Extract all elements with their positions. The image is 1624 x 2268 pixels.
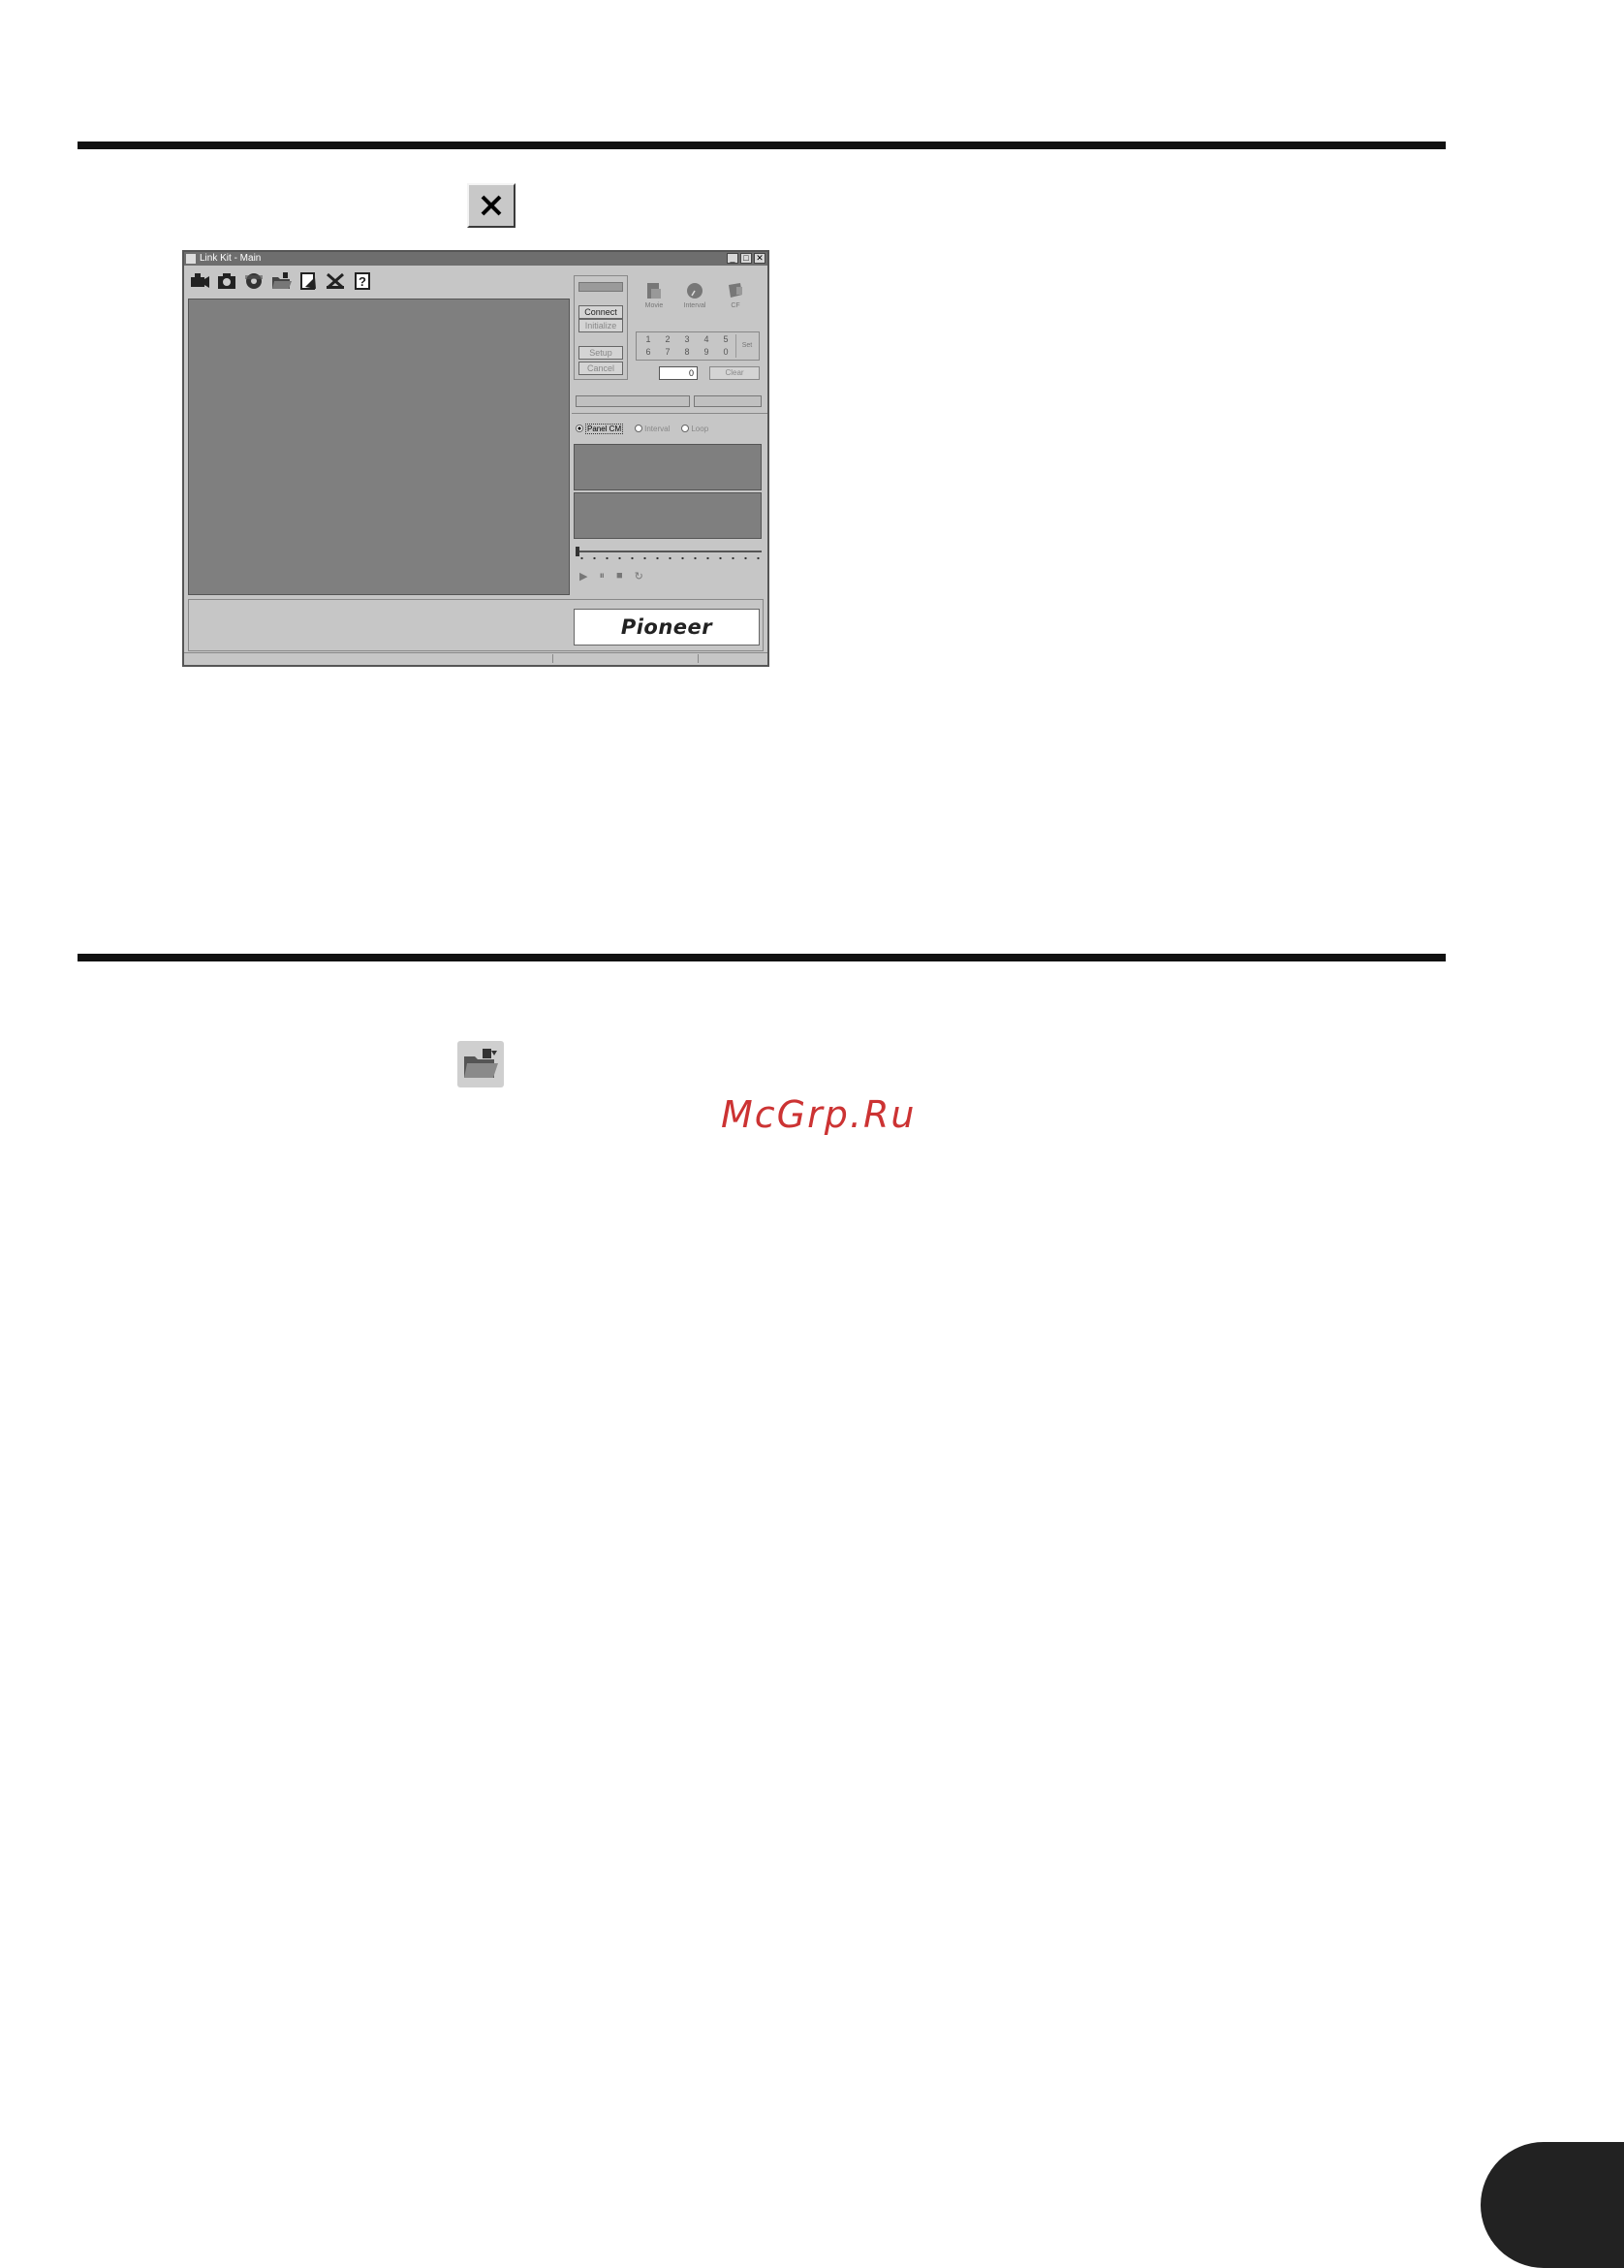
preview-screen-2 — [574, 492, 762, 539]
folder-glyph — [464, 1049, 498, 1078]
tools-icon[interactable] — [324, 269, 347, 293]
mode-movie[interactable]: Movie — [640, 281, 669, 309]
radio-panel-cm[interactable]: Panel CM — [576, 423, 624, 434]
transport-controls: ▶ ⏸ ■ ↻ — [579, 570, 643, 583]
key-6[interactable]: 6 — [639, 346, 658, 359]
pioneer-logo: Pioneer — [574, 609, 760, 646]
status-bar — [184, 652, 767, 665]
radio-loop-label: Loop — [691, 424, 709, 433]
play-button[interactable]: ▶ — [579, 570, 587, 583]
page-icon[interactable] — [297, 269, 320, 293]
help-icon[interactable]: ? — [351, 269, 374, 293]
key-0[interactable]: 0 — [716, 346, 735, 359]
page-tab — [1481, 2142, 1624, 2268]
card-icon — [729, 283, 742, 298]
status-cell-2 — [698, 654, 766, 663]
panel-divider — [572, 413, 767, 414]
slider-ticks — [576, 556, 762, 560]
open-folder-icon[interactable] — [269, 269, 293, 293]
window-close-button[interactable]: ✕ — [754, 253, 765, 264]
radio-panel-cm-label: Panel CM — [585, 423, 624, 434]
mode-cf-label: CF — [731, 302, 740, 309]
watermark: McGrp.Ru — [721, 1093, 917, 1136]
mode-movie-label: Movie — [644, 302, 664, 309]
key-8[interactable]: 8 — [677, 346, 697, 359]
svg-text:?: ? — [359, 274, 366, 289]
device-control-panel: Connect Initialize Setup Cancel Movie In… — [574, 275, 765, 411]
disc-icon[interactable] — [242, 269, 265, 293]
app-icon — [186, 254, 196, 264]
key-5[interactable]: 5 — [716, 333, 735, 346]
status-indicator — [578, 282, 623, 292]
view-mode-radios: Panel CM Interval Loop — [576, 423, 765, 434]
position-slider[interactable] — [576, 547, 762, 562]
radio-loop[interactable]: Loop — [681, 423, 708, 434]
key-3[interactable]: 3 — [677, 333, 697, 346]
connection-frame: Connect Initialize Setup Cancel — [574, 275, 628, 380]
maximize-button[interactable]: □ — [740, 253, 752, 264]
mode-icons: Movie Interval CF — [640, 281, 750, 309]
setup-button[interactable]: Setup — [578, 346, 623, 360]
number-input[interactable]: 0 — [659, 366, 698, 380]
close-x-glyph — [481, 195, 502, 216]
progress-bar-left — [576, 395, 690, 407]
key-2[interactable]: 2 — [658, 333, 677, 346]
key-4[interactable]: 4 — [697, 333, 716, 346]
minimize-button[interactable]: _ — [727, 253, 738, 264]
number-keypad: 1 2 3 4 5 6 7 8 9 0 Set — [636, 331, 760, 361]
movie-icon — [647, 283, 661, 299]
progress-bar-right — [694, 395, 762, 407]
radio-dot — [635, 425, 643, 432]
clear-button[interactable]: Clear — [709, 366, 760, 380]
open-folder-icon — [457, 1041, 504, 1087]
slider-track — [576, 551, 762, 552]
mode-interval[interactable]: Interval — [680, 281, 709, 309]
main-preview-area — [188, 299, 570, 595]
preview-screen-1 — [574, 444, 762, 490]
key-7[interactable]: 7 — [658, 346, 677, 359]
mode-interval-label: Interval — [683, 302, 706, 309]
slider-thumb[interactable] — [576, 547, 579, 556]
mode-cf[interactable]: CF — [721, 281, 750, 309]
radio-dot — [681, 425, 690, 432]
capture-icon[interactable] — [215, 269, 238, 293]
stop-button[interactable]: ■ — [616, 570, 623, 583]
section-rule-top — [78, 142, 1446, 149]
progress-bars — [576, 395, 764, 407]
radio-interval-label: Interval — [644, 424, 671, 433]
radio-interval[interactable]: Interval — [635, 423, 670, 434]
key-1[interactable]: 1 — [639, 333, 658, 346]
section-rule-middle — [78, 954, 1446, 961]
window-title: Link Kit - Main — [200, 253, 262, 264]
camera-icon[interactable] — [188, 269, 211, 293]
pause-button[interactable]: ⏸ — [599, 570, 605, 583]
radio-dot — [576, 425, 583, 432]
link-kit-main-window: Link Kit - Main _ □ ✕ ? Connect Initiali… — [182, 250, 769, 667]
toolbar: ? — [188, 269, 374, 295]
connect-button[interactable]: Connect — [578, 305, 623, 319]
cancel-button[interactable]: Cancel — [578, 362, 623, 375]
window-controls: _ □ ✕ — [727, 253, 765, 264]
status-cell-1 — [552, 654, 699, 663]
loop-button[interactable]: ↻ — [635, 570, 643, 583]
key-9[interactable]: 9 — [697, 346, 716, 359]
initialize-button[interactable]: Initialize — [578, 319, 623, 332]
close-icon — [467, 183, 515, 228]
key-set[interactable]: Set — [735, 334, 758, 358]
title-bar: Link Kit - Main _ □ ✕ — [184, 252, 767, 266]
clock-icon — [687, 283, 703, 299]
